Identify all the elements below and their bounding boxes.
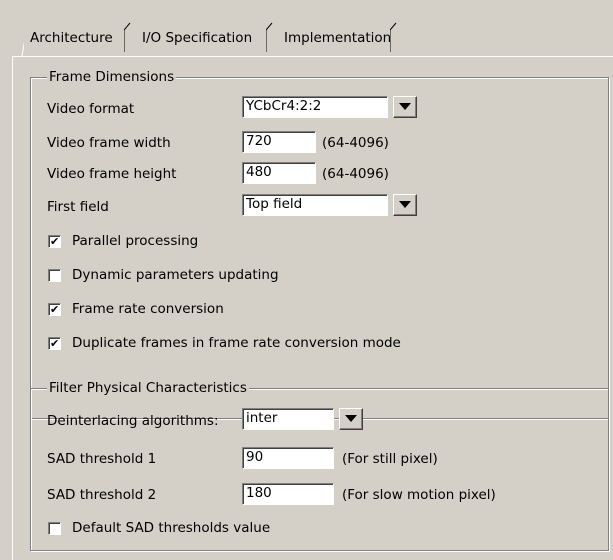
checkmark-icon: ✔ [50, 337, 60, 350]
frame-dimensions-group: Frame Dimensions Video format YCbCr4:2:2… [30, 68, 609, 419]
filter-characteristics-legend: Filter Physical Characteristics [47, 379, 249, 397]
deinterlacing-select[interactable]: inter [242, 408, 334, 430]
dynamic-parameters-label: Dynamic parameters updating [72, 267, 279, 283]
deinterlacing-label: Deinterlacing algorithms: [47, 413, 219, 429]
deinterlacing-dropdown-button[interactable] [339, 408, 363, 430]
sad-threshold-1-hint: (For still pixel) [342, 451, 438, 467]
tab-architecture[interactable]: Architecture [24, 22, 131, 52]
tab-edge [390, 22, 397, 52]
tab-implementation[interactable]: Implementation [278, 22, 397, 52]
frame-height-label: Video frame height [47, 166, 177, 182]
checkmark-icon: ✔ [50, 303, 60, 316]
tab-strip: Architecture I/O Specification Implement… [0, 0, 613, 58]
tab-architecture-label: Architecture [30, 30, 113, 46]
frame-width-range: (64-4096) [322, 135, 389, 151]
frame-width-label: Video frame width [47, 135, 171, 151]
duplicate-frames-label: Duplicate frames in frame rate conversio… [72, 335, 401, 351]
frame-width-input[interactable]: 720 [242, 131, 316, 153]
duplicate-frames-checkbox[interactable]: ✔ [48, 337, 61, 350]
frame-height-range: (64-4096) [322, 166, 389, 182]
architecture-panel: Frame Dimensions Video format YCbCr4:2:2… [12, 56, 613, 560]
first-field-dropdown-button[interactable] [393, 194, 417, 216]
tab-edge [266, 22, 273, 52]
video-format-label: Video format [47, 101, 135, 117]
sad-threshold-1-label: SAD threshold 1 [47, 451, 157, 467]
first-field-label: First field [47, 199, 109, 215]
default-sad-checkbox[interactable] [48, 522, 61, 535]
sad-threshold-2-hint: (For slow motion pixel) [342, 487, 496, 503]
dynamic-parameters-checkbox[interactable] [48, 269, 61, 282]
frame-dimensions-legend: Frame Dimensions [47, 68, 177, 86]
filter-characteristics-group: Filter Physical Characteristics Deinterl… [30, 379, 609, 551]
chevron-down-icon [399, 201, 411, 208]
sad-threshold-1-input[interactable]: 90 [242, 447, 334, 469]
sad-threshold-2-label: SAD threshold 2 [47, 487, 157, 503]
tab-io-specification[interactable]: I/O Specification [136, 22, 273, 52]
chevron-down-icon [345, 415, 357, 422]
frame-height-input[interactable]: 480 [242, 162, 316, 184]
sad-threshold-2-input[interactable]: 180 [242, 483, 334, 505]
chevron-down-icon [399, 103, 411, 110]
default-sad-label: Default SAD thresholds value [72, 520, 271, 536]
frame-rate-conversion-label: Frame rate conversion [72, 301, 224, 317]
parallel-processing-label: Parallel processing [72, 233, 199, 249]
tab-edge [124, 22, 131, 52]
parallel-processing-checkbox[interactable]: ✔ [48, 235, 61, 248]
first-field-select[interactable]: Top field [242, 194, 388, 216]
checkmark-icon: ✔ [50, 235, 60, 248]
tab-io-specification-label: I/O Specification [142, 30, 253, 46]
video-format-select[interactable]: YCbCr4:2:2 [242, 96, 388, 118]
frame-rate-conversion-checkbox[interactable]: ✔ [48, 303, 61, 316]
video-format-dropdown-button[interactable] [393, 96, 417, 118]
tab-implementation-label: Implementation [284, 30, 392, 46]
